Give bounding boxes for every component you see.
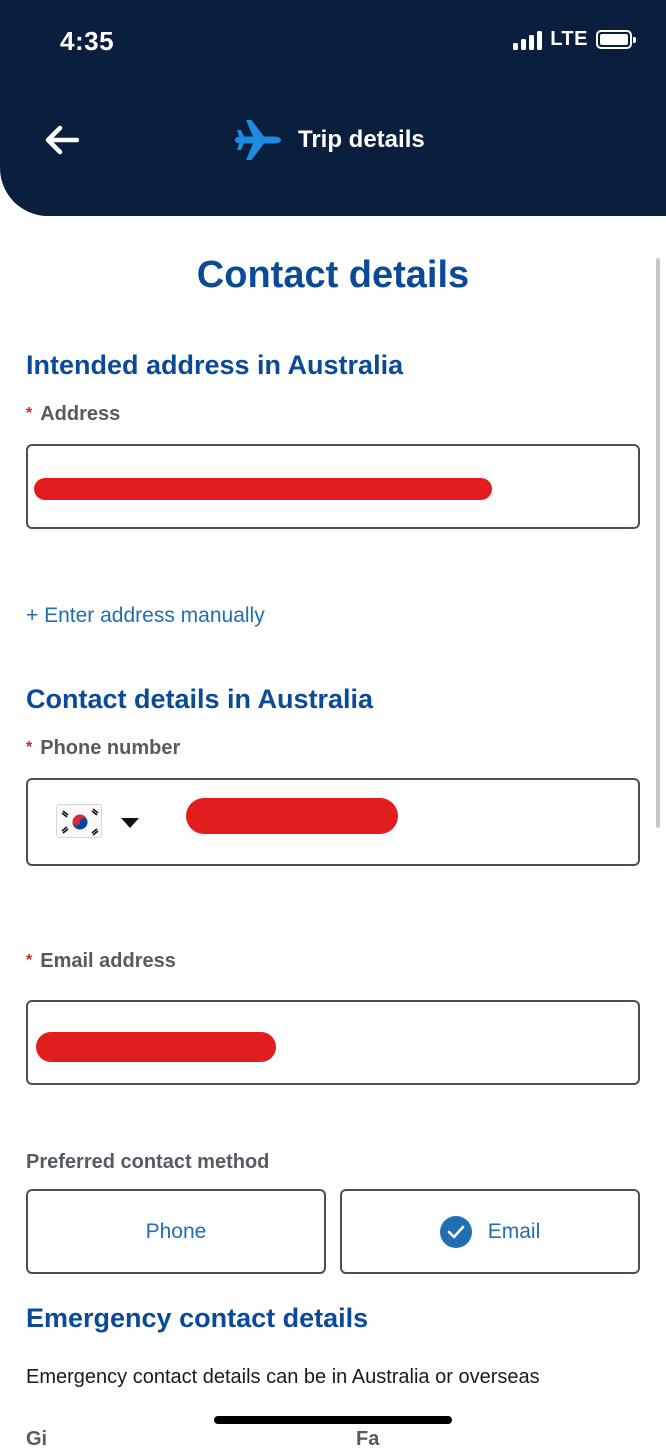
address-input[interactable] [26,444,640,529]
email-option-label: Email [487,1219,541,1243]
status-indicators: LTE [513,28,636,51]
email-label-text: Email address [40,950,176,972]
email-input[interactable] [26,1000,640,1085]
phone-input[interactable] [26,778,640,866]
home-indicator[interactable] [214,1416,452,1424]
signal-icon [513,30,543,50]
email-label: * Email address [26,950,176,973]
redaction-mark [186,798,398,834]
airplane-icon [235,120,281,160]
phone-option-label: Phone [145,1219,207,1243]
required-marker: * [26,952,33,969]
battery-icon [596,30,636,49]
back-button[interactable] [42,120,82,160]
address-label-text: Address [40,403,121,425]
phone-option-button[interactable]: Phone [26,1189,326,1274]
phone-label-text: Phone number [40,737,181,759]
required-marker: * [26,405,33,422]
address-section-heading: Intended address in Australia [26,350,404,380]
south-korea-flag-icon[interactable] [56,804,102,838]
app-header: 4:35 LTE Trip details [0,0,666,216]
header-title: Trip details [298,126,425,153]
status-time: 4:35 [60,26,115,56]
scrollbar[interactable] [656,258,660,828]
network-type: LTE [550,28,588,50]
email-option-button[interactable]: Email [340,1189,640,1274]
address-label: * Address [26,403,120,426]
emergency-section-heading: Emergency contact details [26,1303,369,1333]
page-title: Contact details [196,254,470,296]
header-title-group: Trip details [234,118,425,162]
preferred-contact-label: Preferred contact method [26,1151,270,1173]
required-marker: * [26,739,33,756]
redaction-mark [36,1032,276,1062]
checkmark-icon [439,1215,472,1248]
contact-section-heading: Contact details in Australia [26,684,374,714]
chevron-down-icon[interactable] [121,818,139,828]
arrow-left-icon [45,125,79,155]
redaction-mark [34,478,492,500]
enter-address-manually-link[interactable]: + Enter address manually [26,604,265,628]
phone-label: * Phone number [26,737,180,760]
emergency-description: Emergency contact details can be in Aust… [26,1366,540,1388]
